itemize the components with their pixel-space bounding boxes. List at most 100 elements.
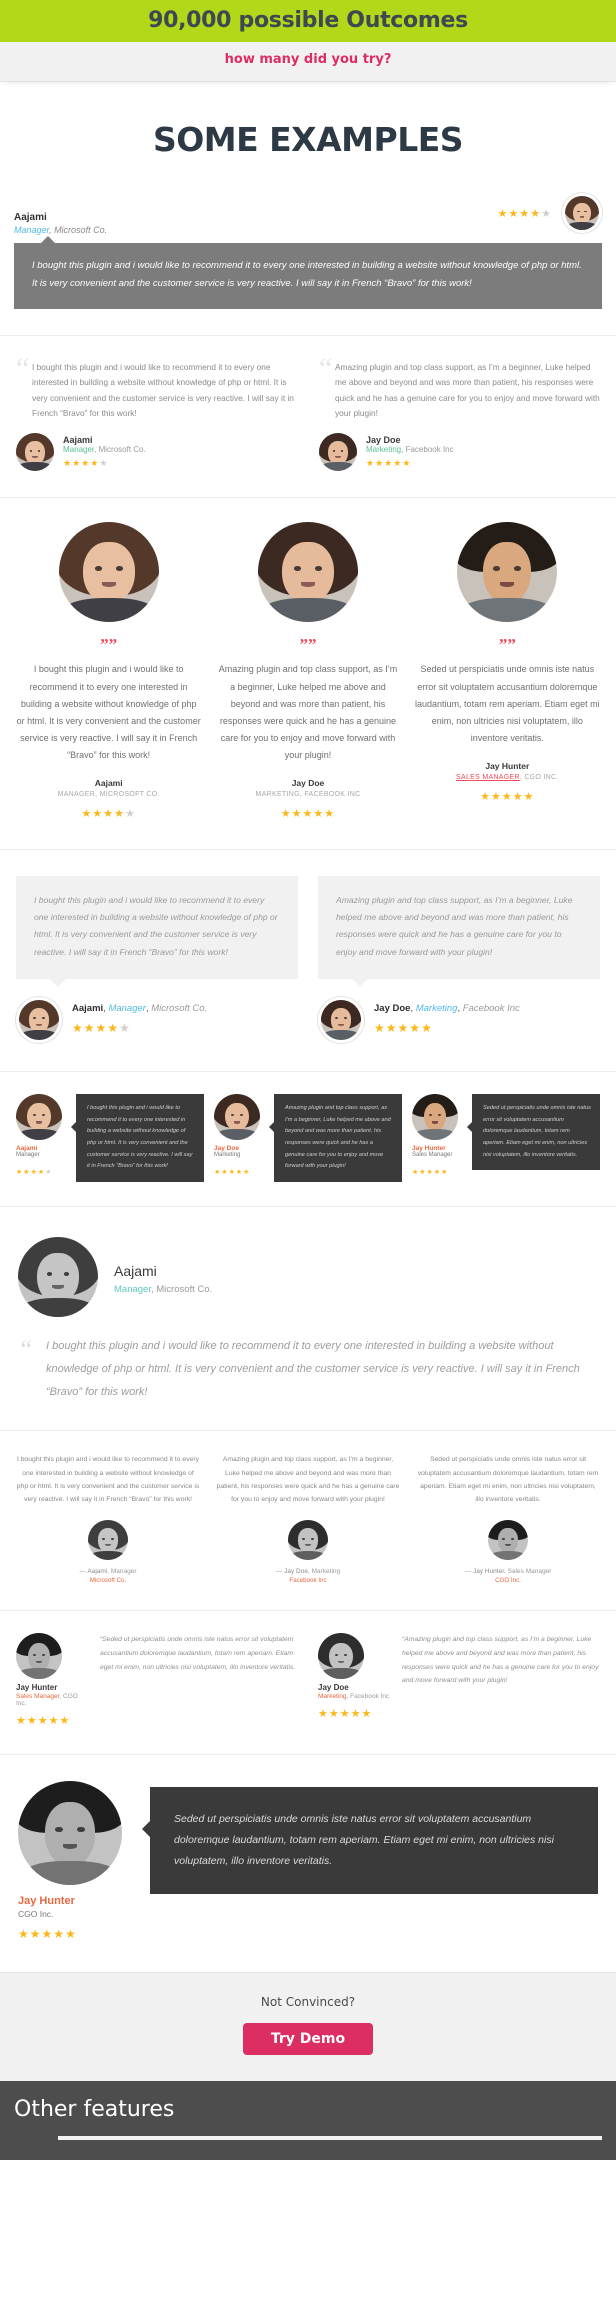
avatar [18, 1237, 98, 1318]
quote-mark-icon: ”” [498, 635, 516, 655]
star-rating: ★★★★★ [480, 790, 535, 803]
dash: — [275, 1568, 283, 1576]
testimonial-card: Jay Hunter Sales Manager ★★★★★ Seded ut … [412, 1093, 600, 1182]
person-identity: — Aajami, Manager [16, 1568, 200, 1575]
testimonial-text: Amazing plugin and top class support, as… [216, 1456, 400, 1504]
testimonial-card: Seded ut perspiciatis unde omnis iste na… [416, 1453, 600, 1584]
comma: , [519, 773, 523, 781]
comma: , [457, 1003, 461, 1015]
avatar [412, 1093, 458, 1140]
avatar [16, 433, 54, 472]
comma: , [410, 1003, 414, 1015]
testimonial-text: I bought this plugin and i would like to… [46, 1340, 580, 1399]
comma: , [299, 791, 303, 799]
quote-body: Amazing plugin and top class support, as… [402, 1636, 599, 1685]
person-identity: — Jay Doe, Marketing [216, 1568, 400, 1575]
person-name: Jay Hunter [16, 1683, 58, 1693]
quote-wrap: “ Amazing plugin and top class support, … [319, 354, 600, 421]
comma: , [49, 225, 52, 235]
testimonial-text: Seded ut perspiciatis unde omnis iste na… [417, 1456, 599, 1504]
quote-mark-icon: ”” [100, 635, 118, 655]
role-label: Manager [63, 444, 95, 454]
role-label: Marketing [214, 1151, 241, 1158]
role-label[interactable]: SALES MANAGER [456, 774, 520, 781]
star-rating: ★★★★★ [412, 1168, 449, 1176]
company-label: Facebook Inc [350, 1693, 390, 1701]
person-name: Jay Doe [214, 1144, 239, 1152]
testimonial-card: ”” Amazing plugin and top class support,… [215, 522, 400, 821]
role-label: MANAGER [57, 791, 96, 799]
avatar [16, 1633, 62, 1680]
avatar [288, 1520, 328, 1561]
person-identity: Aajami, Manager, Microsoft Co. [72, 1003, 207, 1014]
author-block: Jay Doe Marketing, Facebook Inc ★★★★★ [318, 1633, 392, 1721]
comma: , [94, 444, 97, 454]
person-role: Manager, Microsoft Co. [114, 1284, 212, 1295]
star-rating: ★★★★★ [280, 808, 336, 821]
testimonial-text: Seded ut perspiciatis unde omnis iste na… [467, 1093, 600, 1171]
company-label: FACEBOOK INC [304, 791, 361, 799]
dash: — [464, 1568, 472, 1576]
star-rating: ★★★★★ [374, 1021, 433, 1036]
quote-open-icon: “ [16, 352, 30, 386]
testimonial-style-3: ”” I bought this plugin and i would like… [0, 498, 616, 849]
author-block: Jay Doe Marketing ★★★★★ [214, 1093, 268, 1178]
comma: , [308, 1568, 310, 1576]
page-title: SOME EXAMPLES [152, 120, 464, 159]
person-name: Jay Doe [374, 1003, 411, 1015]
dash: — [79, 1568, 86, 1576]
person-role: Marketing, Facebook Inc [318, 1693, 392, 1700]
testimonial-card: ”” I bought this plugin and i would like… [16, 522, 201, 821]
star-rating: ★★★★★ [16, 1715, 71, 1728]
person-name: Jay Hunter [472, 1568, 505, 1576]
role-label: Marketing [415, 1003, 458, 1015]
role-label: Marketing [366, 444, 402, 454]
testimonial-card: Jay Doe Marketing ★★★★★ Amazing plugin a… [214, 1093, 402, 1183]
quote-body: Seded ut perspiciatis unde omnis iste na… [100, 1636, 296, 1671]
star-rating: ★★★★★ [366, 457, 412, 468]
testimonial-card: Jay Hunter Sales Manager, CGO Inc. ★★★★★… [16, 1633, 298, 1728]
testimonial-text: I bought this plugin and i would like to… [14, 235, 602, 310]
testimonial-style-4: I bought this plugin and i would like to… [0, 850, 616, 1071]
avatar [488, 1520, 528, 1561]
author-block: Jay Hunter Sales Manager ★★★★★ [412, 1093, 466, 1178]
avatar [58, 522, 159, 623]
testimonial-text: Amazing plugin and top class support, as… [335, 362, 600, 419]
company-label: Microsoft Co. [156, 1283, 213, 1295]
person-role[interactable]: SALES MANAGER, CGO INC. [456, 774, 559, 781]
testimonial-card: “ Amazing plugin and top class support, … [319, 354, 600, 472]
role-label: Manager [14, 225, 50, 235]
person-name: Jay Doe [318, 1683, 349, 1693]
person-name: Jay Hunter [18, 1895, 75, 1908]
person-identity: — Jay Hunter, Sales Manager [416, 1568, 600, 1575]
quote-mark-icon: ”” [299, 635, 317, 655]
testimonial-style-5: Aajami Manager ★★★★★ I bought this plugi… [0, 1072, 616, 1206]
avatar [562, 193, 602, 233]
try-demo-button[interactable]: Try Demo [242, 2023, 374, 2056]
cta-section: Not Convinced? Try Demo [0, 1972, 616, 2082]
company-label: Microsoft Co. [151, 1003, 208, 1015]
author-row: Aajami Manager, Microsoft Co. ★★★★★ [16, 433, 297, 472]
person-name: Aajami [94, 778, 123, 789]
comma: , [95, 791, 98, 799]
person-name: Aajami [87, 1568, 108, 1576]
headline-banner: 90,000 possible Outcomes [0, 0, 616, 42]
star-rating: ★★★★★ [81, 808, 136, 821]
testimonial-text: I bought this plugin and i would like to… [16, 876, 298, 987]
testimonial-text: I bought this plugin and i would like to… [71, 1093, 204, 1183]
star-rating: ★★★★★ [63, 457, 109, 468]
testimonial-text: Seded ut perspiciatis unde omnis iste na… [142, 1787, 598, 1895]
person-name: Aajami [16, 1144, 38, 1152]
person-name: Jay Doe [366, 434, 401, 445]
comma: , [107, 1568, 110, 1576]
person-role: MANAGER, MICROSOFT CO. [58, 791, 160, 798]
testimonial-card: “ I bought this plugin and i would like … [16, 354, 297, 472]
avatar [319, 433, 357, 472]
star-rating: ★★★★★ [318, 1708, 373, 1721]
role-label: Marketing [311, 1568, 341, 1576]
avatar [318, 1633, 364, 1680]
person-name: Aajami [114, 1262, 157, 1279]
company-label: Microsoft Co. [54, 225, 108, 235]
style1-header: Aajami Manager, Microsoft Co. ★★★★★ [0, 193, 616, 235]
comma: , [59, 1693, 62, 1701]
